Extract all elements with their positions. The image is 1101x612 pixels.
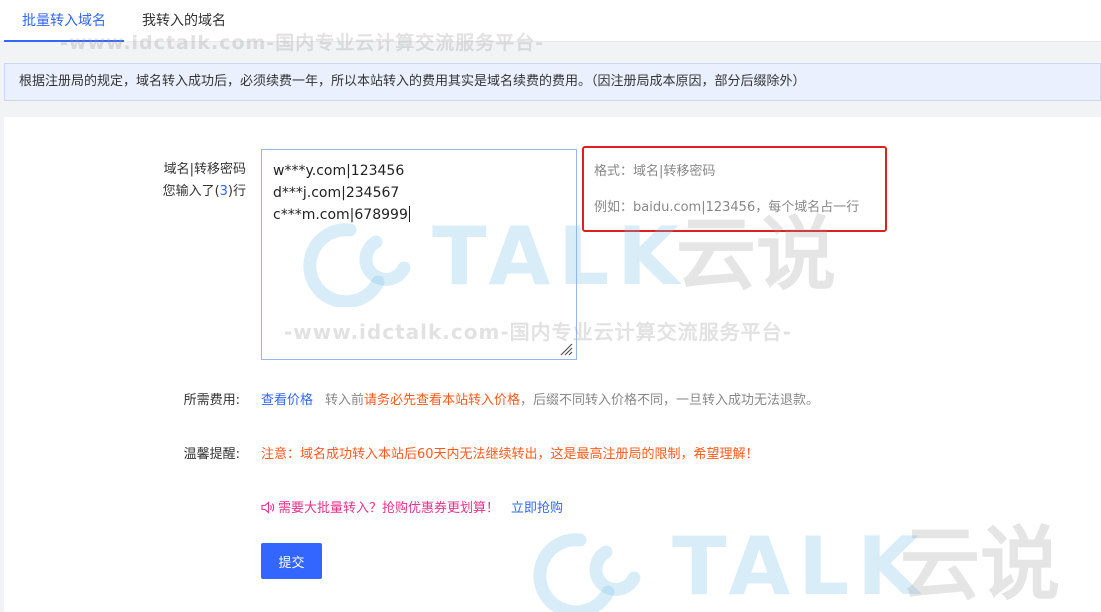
notice-banner: 根据注册局的规定，域名转入成功后，必须续费一年，所以本站转入的费用其实是域名续费… xyxy=(4,63,1101,101)
view-price-link[interactable]: 查看价格 xyxy=(261,393,313,408)
textarea-line-text: c***m.com|678999 xyxy=(273,207,408,223)
textarea-line: c***m.com|678999 xyxy=(273,204,565,226)
tip-label: 温馨提醒: xyxy=(183,447,240,462)
fee-text-highlight: 请务必先查看本站转入价格 xyxy=(364,393,521,408)
submit-button[interactable]: 提交 xyxy=(261,543,322,579)
promo-link[interactable]: 需要大批量转入？抢购优惠券更划算！ xyxy=(261,501,499,516)
watermark-tagline-top: -www.idctalk.com-国内专业云计算交流服务平台- xyxy=(60,32,545,54)
fee-label: 所需费用: xyxy=(183,393,240,408)
fee-text-before: 转入前 xyxy=(325,393,365,408)
line-count-prefix: 您输入了( xyxy=(162,184,220,199)
textarea-line: d***j.com|234567 xyxy=(273,185,400,201)
fee-text-after: ，后缀不同转入价格不同，一旦转入成功无法退款。 xyxy=(520,393,820,408)
page: 批量转入域名 我转入的域名 根据注册局的规定，域名转入成功后，必须续费一年，所以… xyxy=(0,0,1101,612)
speaker-icon xyxy=(261,501,275,514)
line-count-label: 您输入了(3)行 xyxy=(150,180,246,199)
domain-field-label: 域名|转移密码 xyxy=(163,162,246,177)
example-hint: 例如：baidu.com|123456，每个域名占一行 xyxy=(594,200,860,215)
promo-text: 需要大批量转入？抢购优惠券更划算！ xyxy=(278,501,500,516)
text-caret xyxy=(408,206,410,222)
promo-row: 需要大批量转入？抢购优惠券更划算！ 立即抢购 xyxy=(261,497,563,516)
fee-row: 查看价格 转入前请务必先查看本站转入价格，后缀不同转入价格不同，一旦转入成功无法退… xyxy=(261,389,819,408)
format-hint-box: 格式：域名|转移密码 例如：baidu.com|123456，每个域名占一行 xyxy=(582,146,887,232)
buy-now-link[interactable]: 立即抢购 xyxy=(511,501,563,516)
textarea-line: w***y.com|123456 xyxy=(273,163,405,179)
line-count-suffix: )行 xyxy=(227,184,246,199)
watermark-tagline: -www.idctalk.com-国内专业云计算交流服务平台- xyxy=(284,320,792,344)
tip-text: 注意：域名成功转入本站后60天内无法继续转出，这是最高注册局的限制，希望理解！ xyxy=(261,447,759,462)
line-count-value: 3 xyxy=(219,184,228,199)
format-hint: 格式：域名|转移密码 xyxy=(594,164,716,179)
